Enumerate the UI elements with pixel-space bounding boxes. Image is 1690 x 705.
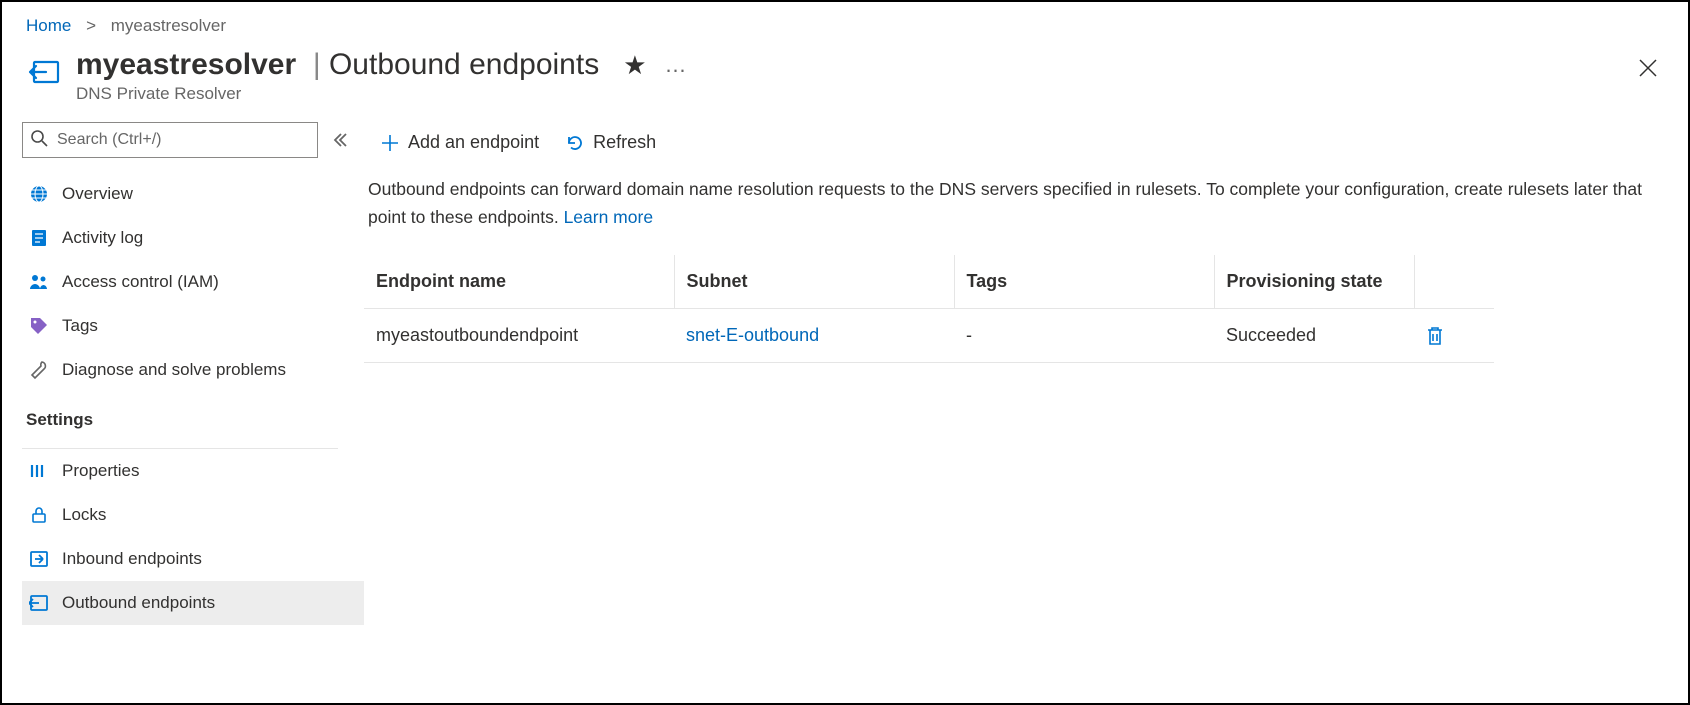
log-icon xyxy=(26,228,52,248)
more-actions-icon[interactable]: … xyxy=(665,52,689,78)
sidebar-item-label: Inbound endpoints xyxy=(62,549,202,569)
subnet-link[interactable]: snet-E-outbound xyxy=(686,325,819,345)
collapse-sidebar-icon[interactable] xyxy=(332,132,348,148)
search-icon xyxy=(30,129,48,147)
add-endpoint-button[interactable]: Add an endpoint xyxy=(380,132,539,153)
breadcrumb-current[interactable]: myeastresolver xyxy=(111,16,226,35)
cell-subnet: snet-E-outbound xyxy=(674,309,954,363)
page-title: myeastresolver | Outbound endpoints ★ … xyxy=(76,48,1638,82)
sidebar-item-label: Access control (IAM) xyxy=(62,272,219,292)
resource-name: myeastresolver xyxy=(76,48,296,81)
column-header-subnet[interactable]: Subnet xyxy=(674,255,954,309)
cell-endpoint-name: myeastoutboundendpoint xyxy=(364,309,674,363)
sidebar-search-input[interactable] xyxy=(22,122,318,158)
sidebar-item-access-control[interactable]: Access control (IAM) xyxy=(22,260,364,304)
sidebar-item-outbound-endpoints[interactable]: Outbound endpoints xyxy=(22,581,364,625)
sidebar-item-label: Properties xyxy=(62,461,139,481)
learn-more-link[interactable]: Learn more xyxy=(564,207,654,227)
sidebar-item-locks[interactable]: Locks xyxy=(22,493,364,537)
main-content: Add an endpoint Refresh Outbound endpoin… xyxy=(364,122,1688,625)
sidebar-search xyxy=(22,122,318,158)
inbound-icon xyxy=(26,549,52,569)
page-name: Outbound endpoints xyxy=(329,48,599,81)
lock-icon xyxy=(26,505,52,525)
refresh-button[interactable]: Refresh xyxy=(565,132,656,153)
favorite-star-icon[interactable]: ★ xyxy=(623,50,646,81)
sidebar-item-label: Activity log xyxy=(62,228,143,248)
column-header-state[interactable]: Provisioning state xyxy=(1214,255,1414,309)
outbound-icon xyxy=(26,593,52,613)
sidebar-item-activity-log[interactable]: Activity log xyxy=(22,216,364,260)
column-header-actions xyxy=(1414,255,1494,309)
wrench-icon xyxy=(26,360,52,380)
cell-state: Succeeded xyxy=(1214,309,1414,363)
table-header-row: Endpoint name Subnet Tags Provisioning s… xyxy=(364,255,1494,309)
close-blade-button[interactable] xyxy=(1638,58,1658,78)
sidebar-nav-settings: Properties Locks Inbound endpoints Outbo… xyxy=(22,449,364,625)
table-row[interactable]: myeastoutboundendpoint snet-E-outbound -… xyxy=(364,309,1494,363)
properties-icon xyxy=(26,461,52,481)
sidebar-item-properties[interactable]: Properties xyxy=(22,449,364,493)
resource-type-subtitle: DNS Private Resolver xyxy=(76,84,1638,104)
column-header-tags[interactable]: Tags xyxy=(954,255,1214,309)
sidebar: Overview Activity log Access control (IA… xyxy=(22,122,364,625)
sidebar-section-settings: Settings xyxy=(22,392,364,440)
breadcrumb-home-link[interactable]: Home xyxy=(26,16,71,35)
toolbar: Add an endpoint Refresh xyxy=(364,122,1658,175)
breadcrumb: Home > myeastresolver xyxy=(2,2,1688,46)
plus-icon xyxy=(380,133,400,153)
breadcrumb-separator: > xyxy=(86,16,96,35)
cell-tags: - xyxy=(954,309,1214,363)
page-header: myeastresolver | Outbound endpoints ★ … … xyxy=(2,46,1688,122)
endpoints-table: Endpoint name Subnet Tags Provisioning s… xyxy=(364,255,1494,363)
people-icon xyxy=(26,272,52,292)
sidebar-item-label: Outbound endpoints xyxy=(62,593,215,613)
description-body: Outbound endpoints can forward domain na… xyxy=(368,179,1642,227)
toolbar-label: Refresh xyxy=(593,132,656,153)
sidebar-item-diagnose[interactable]: Diagnose and solve problems xyxy=(22,348,364,392)
delete-button[interactable] xyxy=(1426,326,1482,346)
cell-actions xyxy=(1414,309,1494,363)
sidebar-item-label: Diagnose and solve problems xyxy=(62,360,286,380)
sidebar-nav: Overview Activity log Access control (IA… xyxy=(22,172,364,392)
tag-icon xyxy=(26,316,52,336)
sidebar-item-inbound-endpoints[interactable]: Inbound endpoints xyxy=(22,537,364,581)
sidebar-item-tags[interactable]: Tags xyxy=(22,304,364,348)
back-icon[interactable] xyxy=(26,52,66,92)
sidebar-item-label: Overview xyxy=(62,184,133,204)
refresh-icon xyxy=(565,133,585,153)
column-header-name[interactable]: Endpoint name xyxy=(364,255,674,309)
globe-icon xyxy=(26,184,52,204)
toolbar-label: Add an endpoint xyxy=(408,132,539,153)
description-text: Outbound endpoints can forward domain na… xyxy=(364,175,1658,231)
sidebar-item-label: Locks xyxy=(62,505,106,525)
sidebar-item-label: Tags xyxy=(62,316,98,336)
sidebar-item-overview[interactable]: Overview xyxy=(22,172,364,216)
